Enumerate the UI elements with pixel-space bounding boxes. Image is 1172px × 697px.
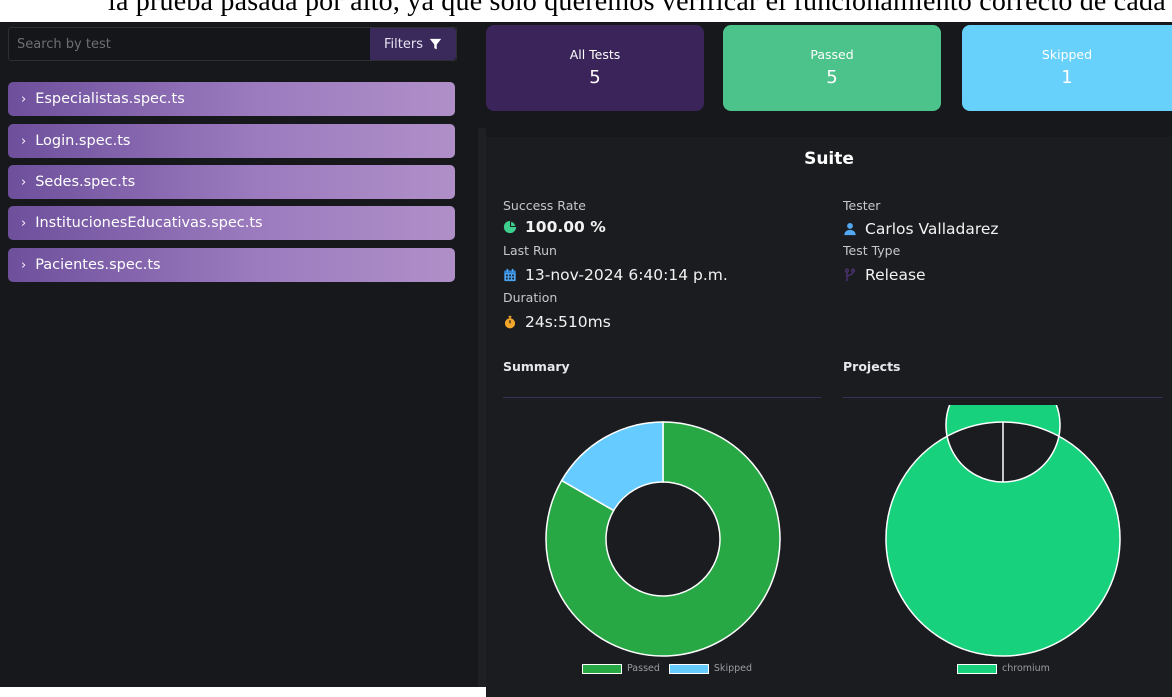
all-tests-card[interactable]: All Tests 5 — [486, 25, 704, 111]
projects-heading: Projects — [843, 359, 901, 374]
legend-label-skipped[interactable]: Skipped — [714, 663, 752, 674]
summary-donut-chart — [545, 421, 781, 657]
spec-item-label: Login.spec.ts — [35, 133, 131, 149]
user-icon — [844, 223, 856, 236]
document-caption: la prueba pasada por alto, ya que solo q… — [0, 0, 1172, 22]
last-run-text: 13-nov-2024 6:40:14 p.m. — [525, 266, 728, 284]
passed-title: Passed — [810, 47, 854, 62]
chevron-right-icon: › — [21, 215, 27, 231]
skipped-card[interactable]: Skipped 1 — [962, 25, 1172, 111]
chevron-right-icon: › — [21, 257, 27, 273]
dashboard-panel: All Tests 5 Passed 5 Skipped 1 Suite Suc… — [478, 22, 1172, 697]
spec-item-pacientes[interactable]: › Pacientes.spec.ts — [8, 248, 455, 282]
projects-legend: chromium — [957, 663, 1050, 674]
summary-heading: Summary — [503, 359, 570, 374]
legend-swatch-chromium — [957, 663, 997, 674]
success-rate-text: 100.00 % — [525, 218, 606, 236]
passed-count: 5 — [826, 67, 838, 88]
tester-label: Tester — [843, 198, 881, 213]
projects-donut-chart — [885, 405, 1121, 657]
filters-button[interactable]: Filters — [370, 28, 456, 60]
chevron-right-icon: › — [21, 133, 27, 149]
spec-item-login[interactable]: › Login.spec.ts — [8, 124, 455, 158]
all-tests-count: 5 — [589, 67, 601, 88]
skipped-title: Skipped — [1041, 47, 1093, 62]
success-rate-value: 100.00 % — [503, 218, 606, 236]
legend-swatch-passed — [582, 663, 622, 674]
dashboard-scrollbar[interactable] — [478, 128, 486, 687]
test-type-value: Release — [843, 266, 926, 284]
spec-item-instituciones-educativas[interactable]: › InstitucionesEducativas.spec.ts — [8, 206, 455, 240]
success-rate-label: Success Rate — [503, 198, 586, 213]
search-bar: Filters — [8, 27, 457, 61]
suite-panel: Suite Success Rate 100.00 % Last Run 13-… — [486, 137, 1172, 697]
report-app: Filters › Especialistas.spec.ts › Login.… — [0, 22, 1172, 697]
summary-legend: Passed Skipped — [582, 663, 752, 674]
test-type-text: Release — [865, 266, 926, 284]
all-tests-title: All Tests — [569, 47, 621, 62]
test-type-label: Test Type — [843, 243, 901, 258]
branch-icon — [844, 268, 856, 282]
spec-item-sedes[interactable]: › Sedes.spec.ts — [8, 165, 455, 199]
chevron-right-icon: › — [21, 91, 27, 107]
spec-item-label: Sedes.spec.ts — [35, 174, 136, 190]
search-input[interactable] — [9, 28, 369, 60]
filters-label: Filters — [384, 36, 423, 52]
spec-item-label: Especialistas.spec.ts — [35, 91, 185, 107]
tester-text: Carlos Valladarez — [865, 220, 999, 238]
legend-label-passed[interactable]: Passed — [627, 663, 660, 674]
legend-swatch-skipped — [668, 663, 709, 674]
test-list-panel: Filters › Especialistas.spec.ts › Login.… — [0, 22, 478, 687]
duration-value: 24s:510ms — [503, 313, 611, 331]
last-run-label: Last Run — [503, 243, 557, 258]
skipped-count: 1 — [1061, 67, 1073, 88]
passed-card[interactable]: Passed 5 — [723, 25, 941, 111]
stopwatch-icon — [504, 315, 516, 329]
filter-icon — [429, 38, 442, 49]
chart-pie-icon — [503, 220, 517, 234]
duration-label: Duration — [503, 290, 558, 305]
summary-divider — [503, 397, 821, 398]
calendar-icon — [504, 268, 516, 282]
duration-text: 24s:510ms — [525, 313, 611, 331]
suite-title: Suite — [804, 149, 854, 169]
spec-item-label: Pacientes.spec.ts — [35, 257, 161, 273]
last-run-value: 13-nov-2024 6:40:14 p.m. — [503, 266, 728, 284]
spec-item-label: InstitucionesEducativas.spec.ts — [35, 215, 263, 231]
chevron-right-icon: › — [21, 174, 27, 190]
spec-item-especialistas[interactable]: › Especialistas.spec.ts — [8, 82, 455, 116]
tester-value: Carlos Valladarez — [843, 220, 999, 238]
legend-label-chromium[interactable]: chromium — [1002, 663, 1050, 674]
caption-text: la prueba pasada por alto, ya que solo q… — [108, 0, 1172, 17]
projects-divider — [843, 397, 1163, 398]
